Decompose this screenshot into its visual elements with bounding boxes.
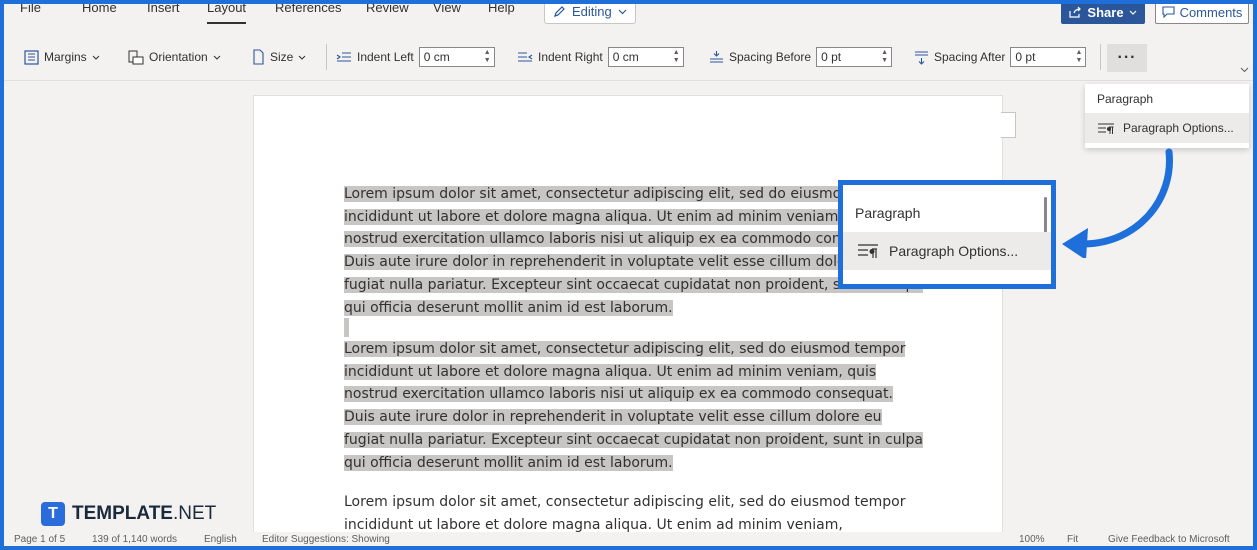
spinner-arrows-icon[interactable]: ▲ ▼ (484, 49, 491, 65)
paragraph-dropdown: Paragraph Paragraph Options... (1085, 84, 1249, 148)
paragraph-options-menu-item[interactable]: Paragraph Options... (1085, 113, 1249, 143)
document-paragraph[interactable]: Lorem ipsum dolor sit amet, consectetur … (344, 183, 924, 319)
paragraph-options-menu-item[interactable]: Paragraph Options... (843, 232, 1051, 270)
page-count: Page 1 of 5 (14, 534, 66, 545)
share-icon (1069, 6, 1082, 18)
menu-review[interactable]: Review (366, 4, 409, 15)
spacing-before-icon (710, 50, 723, 63)
menu-layout[interactable]: Layout (207, 4, 247, 24)
spacing-after-group: Spacing After 0 pt ▲ ▼ (914, 46, 1087, 68)
dropdown-header: Paragraph (1097, 92, 1154, 106)
comment-icon (1162, 6, 1175, 18)
spacing-before-field[interactable]: 0 pt ▲ ▼ (816, 47, 893, 67)
layout-ribbon: Margins Orientation Size Indent Left 0 c… (4, 36, 1253, 81)
spacing-before-label: Spacing Before (729, 50, 812, 64)
document-paragraph[interactable]: Lorem ipsum dolor sit amet, consectetur … (344, 338, 924, 474)
indent-right-field[interactable]: 0 cm ▲ ▼ (607, 47, 684, 67)
paragraph-options-label: Paragraph Options... (889, 243, 1019, 259)
page-edge-marker (1001, 112, 1016, 138)
chevron-down-icon (1129, 10, 1136, 15)
margins-label: Margins (44, 50, 87, 64)
share-button[interactable]: Share (1061, 4, 1145, 24)
callout-header: Paragraph (855, 205, 921, 221)
logo-icon: T (41, 502, 65, 526)
selected-empty-line (344, 318, 349, 337)
word-count[interactable]: 139 of 1,140 words (92, 534, 177, 545)
indent-right-label: Indent Right (538, 50, 603, 64)
app-window: File Home Insert Layout References Revie… (0, 0, 1257, 550)
language[interactable]: English (204, 534, 237, 545)
spacing-before-group: Spacing Before 0 pt ▲ ▼ (709, 46, 893, 68)
paragraph-text: Lorem ipsum dolor sit amet, consectetur … (344, 341, 923, 471)
orientation-icon (128, 50, 144, 64)
indent-left-label: Indent Left (357, 50, 414, 64)
menu-help[interactable]: Help (488, 4, 515, 15)
indent-left-icon (336, 51, 351, 62)
size-label: Size (270, 50, 294, 64)
fit-button[interactable]: Fit (1067, 534, 1078, 545)
feedback-link[interactable]: Give Feedback to Microsoft (1108, 534, 1230, 545)
paragraph-options-icon (1098, 122, 1114, 134)
chevron-down-icon (213, 55, 221, 60)
spacing-after-icon (915, 50, 928, 65)
document-paragraph[interactable]: Lorem ipsum dolor sit amet, consectetur … (344, 491, 924, 536)
indent-left-group: Indent Left 0 cm ▲ ▼ (336, 46, 495, 68)
page-size-icon (253, 49, 264, 65)
margins-icon (24, 49, 39, 65)
indent-right-group: Indent Right 0 cm ▲ ▼ (517, 46, 684, 68)
size-button[interactable]: Size (252, 46, 306, 68)
paragraph-options-icon (858, 244, 878, 258)
chevron-down-icon (618, 9, 627, 14)
spacing-after-value: 0 pt (1015, 50, 1036, 64)
status-bar: Page 1 of 5 139 of 1,140 words English E… (4, 532, 1253, 546)
spacing-after-label: Spacing After (934, 50, 1006, 64)
margins-button[interactable]: Margins (24, 46, 100, 68)
zoom-callout: Paragraph Paragraph Options... (838, 180, 1056, 289)
template-logo: T TEMPLATE.NET (41, 502, 216, 526)
zoom-level[interactable]: 100% (1019, 534, 1045, 545)
indent-left-field[interactable]: 0 cm ▲ ▼ (418, 47, 495, 67)
indent-left-value: 0 cm (423, 50, 450, 64)
spacing-before-value: 0 pt (821, 50, 842, 64)
indent-right-icon (518, 51, 533, 62)
menu-home[interactable]: Home (82, 4, 117, 15)
spacing-after-field[interactable]: 0 pt ▲ ▼ (1010, 47, 1087, 67)
logo-suffix: .NET (172, 503, 217, 524)
paragraph-options-label: Paragraph Options... (1123, 121, 1234, 135)
ribbon-divider (1100, 44, 1101, 70)
menu-references[interactable]: References (275, 4, 341, 15)
editing-label: Editing (572, 3, 612, 19)
editing-mode-button[interactable]: Editing (544, 3, 636, 24)
logo-text: TEMPLATE.NET (72, 503, 216, 525)
logo-brand: TEMPLATE (72, 503, 173, 524)
menu-bar: File Home Insert Layout References Revie… (4, 4, 1253, 34)
spinner-arrows-icon[interactable]: ▲ ▼ (881, 49, 888, 65)
chevron-down-icon (92, 55, 100, 60)
spinner-arrows-icon[interactable]: ▲ ▼ (673, 49, 680, 65)
menu-file[interactable]: File (20, 4, 41, 15)
menu-insert[interactable]: Insert (147, 4, 180, 15)
comments-button[interactable]: Comments (1155, 4, 1249, 24)
comments-label: Comments (1179, 4, 1243, 20)
pointer-arrow-icon (1062, 148, 1173, 258)
pencil-icon (554, 5, 565, 17)
more-options-button[interactable]: ··· (1107, 44, 1147, 72)
ribbon-divider (326, 44, 327, 70)
spinner-arrows-icon[interactable]: ▲ ▼ (1075, 49, 1082, 65)
paragraph-text: Lorem ipsum dolor sit amet, consectetur … (344, 186, 923, 316)
indent-right-value: 0 cm (612, 50, 639, 64)
document-page: Lorem ipsum dolor sit amet, consectetur … (253, 95, 1003, 546)
orientation-button[interactable]: Orientation (128, 46, 221, 68)
chevron-down-icon (298, 55, 306, 60)
paragraph-text: Lorem ipsum dolor sit amet, consectetur … (344, 494, 906, 533)
share-label: Share (1087, 4, 1124, 20)
orientation-label: Orientation (149, 50, 208, 64)
editor-suggestions[interactable]: Editor Suggestions: Showing (262, 534, 390, 545)
menu-view[interactable]: View (433, 4, 461, 15)
chevron-down-icon[interactable] (1240, 66, 1249, 74)
